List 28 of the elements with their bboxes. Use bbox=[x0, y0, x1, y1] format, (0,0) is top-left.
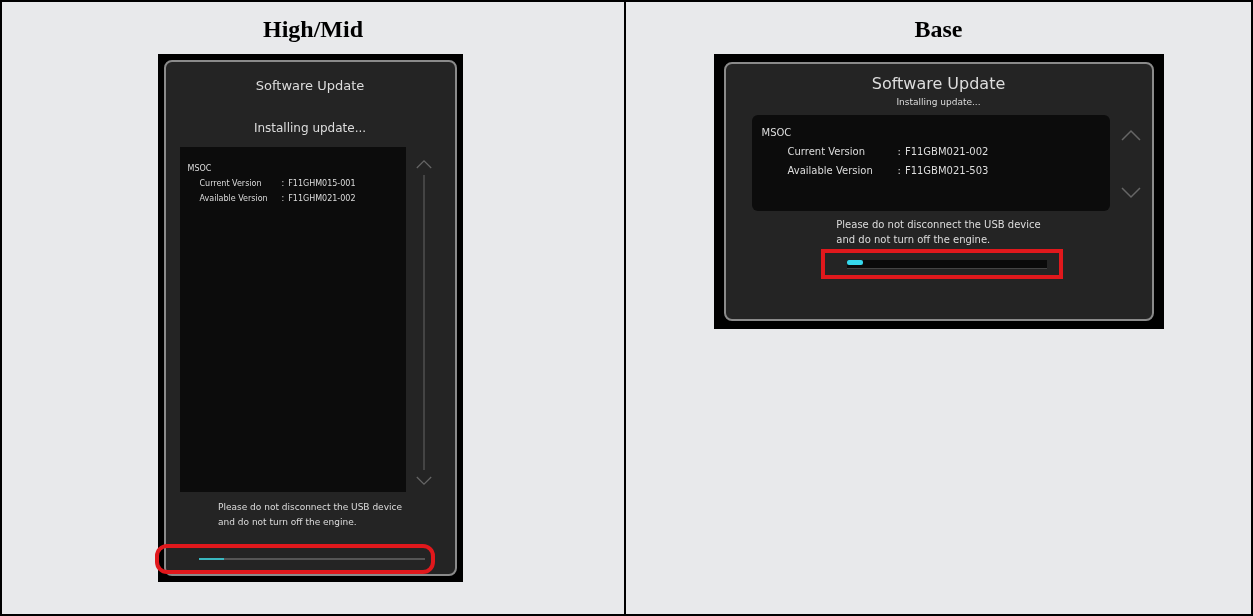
chevron-up-icon[interactable] bbox=[415, 159, 432, 169]
warning-text: and do not turn off the engine. bbox=[218, 516, 358, 529]
separator-text: : bbox=[281, 178, 285, 190]
dialog-title: Software Update bbox=[871, 74, 1006, 93]
version-value: F11GBM021-002 bbox=[904, 145, 989, 159]
separator-text: : bbox=[897, 164, 901, 178]
warning-text: Please do not disconnect the USB device bbox=[836, 218, 1041, 232]
status-text: Installing update... bbox=[896, 97, 981, 107]
column-heading: High/Mid bbox=[263, 15, 363, 44]
warning-text: Please do not disconnect the USB device bbox=[218, 501, 402, 514]
version-label: Available Version bbox=[199, 193, 269, 205]
version-label: Current Version bbox=[787, 145, 866, 159]
separator-text: : bbox=[281, 193, 285, 205]
chevron-down-icon[interactable] bbox=[415, 476, 432, 486]
module-name: MSOC bbox=[761, 126, 793, 140]
warning-text: and do not turn off the engine. bbox=[836, 233, 992, 247]
version-value: F11GHM021-002 bbox=[288, 193, 356, 205]
module-name: MSOC bbox=[187, 163, 213, 175]
status-text: Installing update... bbox=[253, 121, 367, 135]
separator-text: : bbox=[897, 145, 901, 159]
version-value: F11GBM021-503 bbox=[904, 164, 989, 178]
version-label: Current Version bbox=[199, 178, 263, 190]
column-heading: Base bbox=[914, 15, 963, 44]
dialog-title: Software Update bbox=[255, 78, 365, 93]
chevron-up-icon[interactable] bbox=[1119, 129, 1142, 141]
version-value: F11GHM015-001 bbox=[288, 178, 356, 190]
chevron-down-icon[interactable] bbox=[1119, 187, 1142, 199]
version-label: Available Version bbox=[787, 164, 874, 178]
